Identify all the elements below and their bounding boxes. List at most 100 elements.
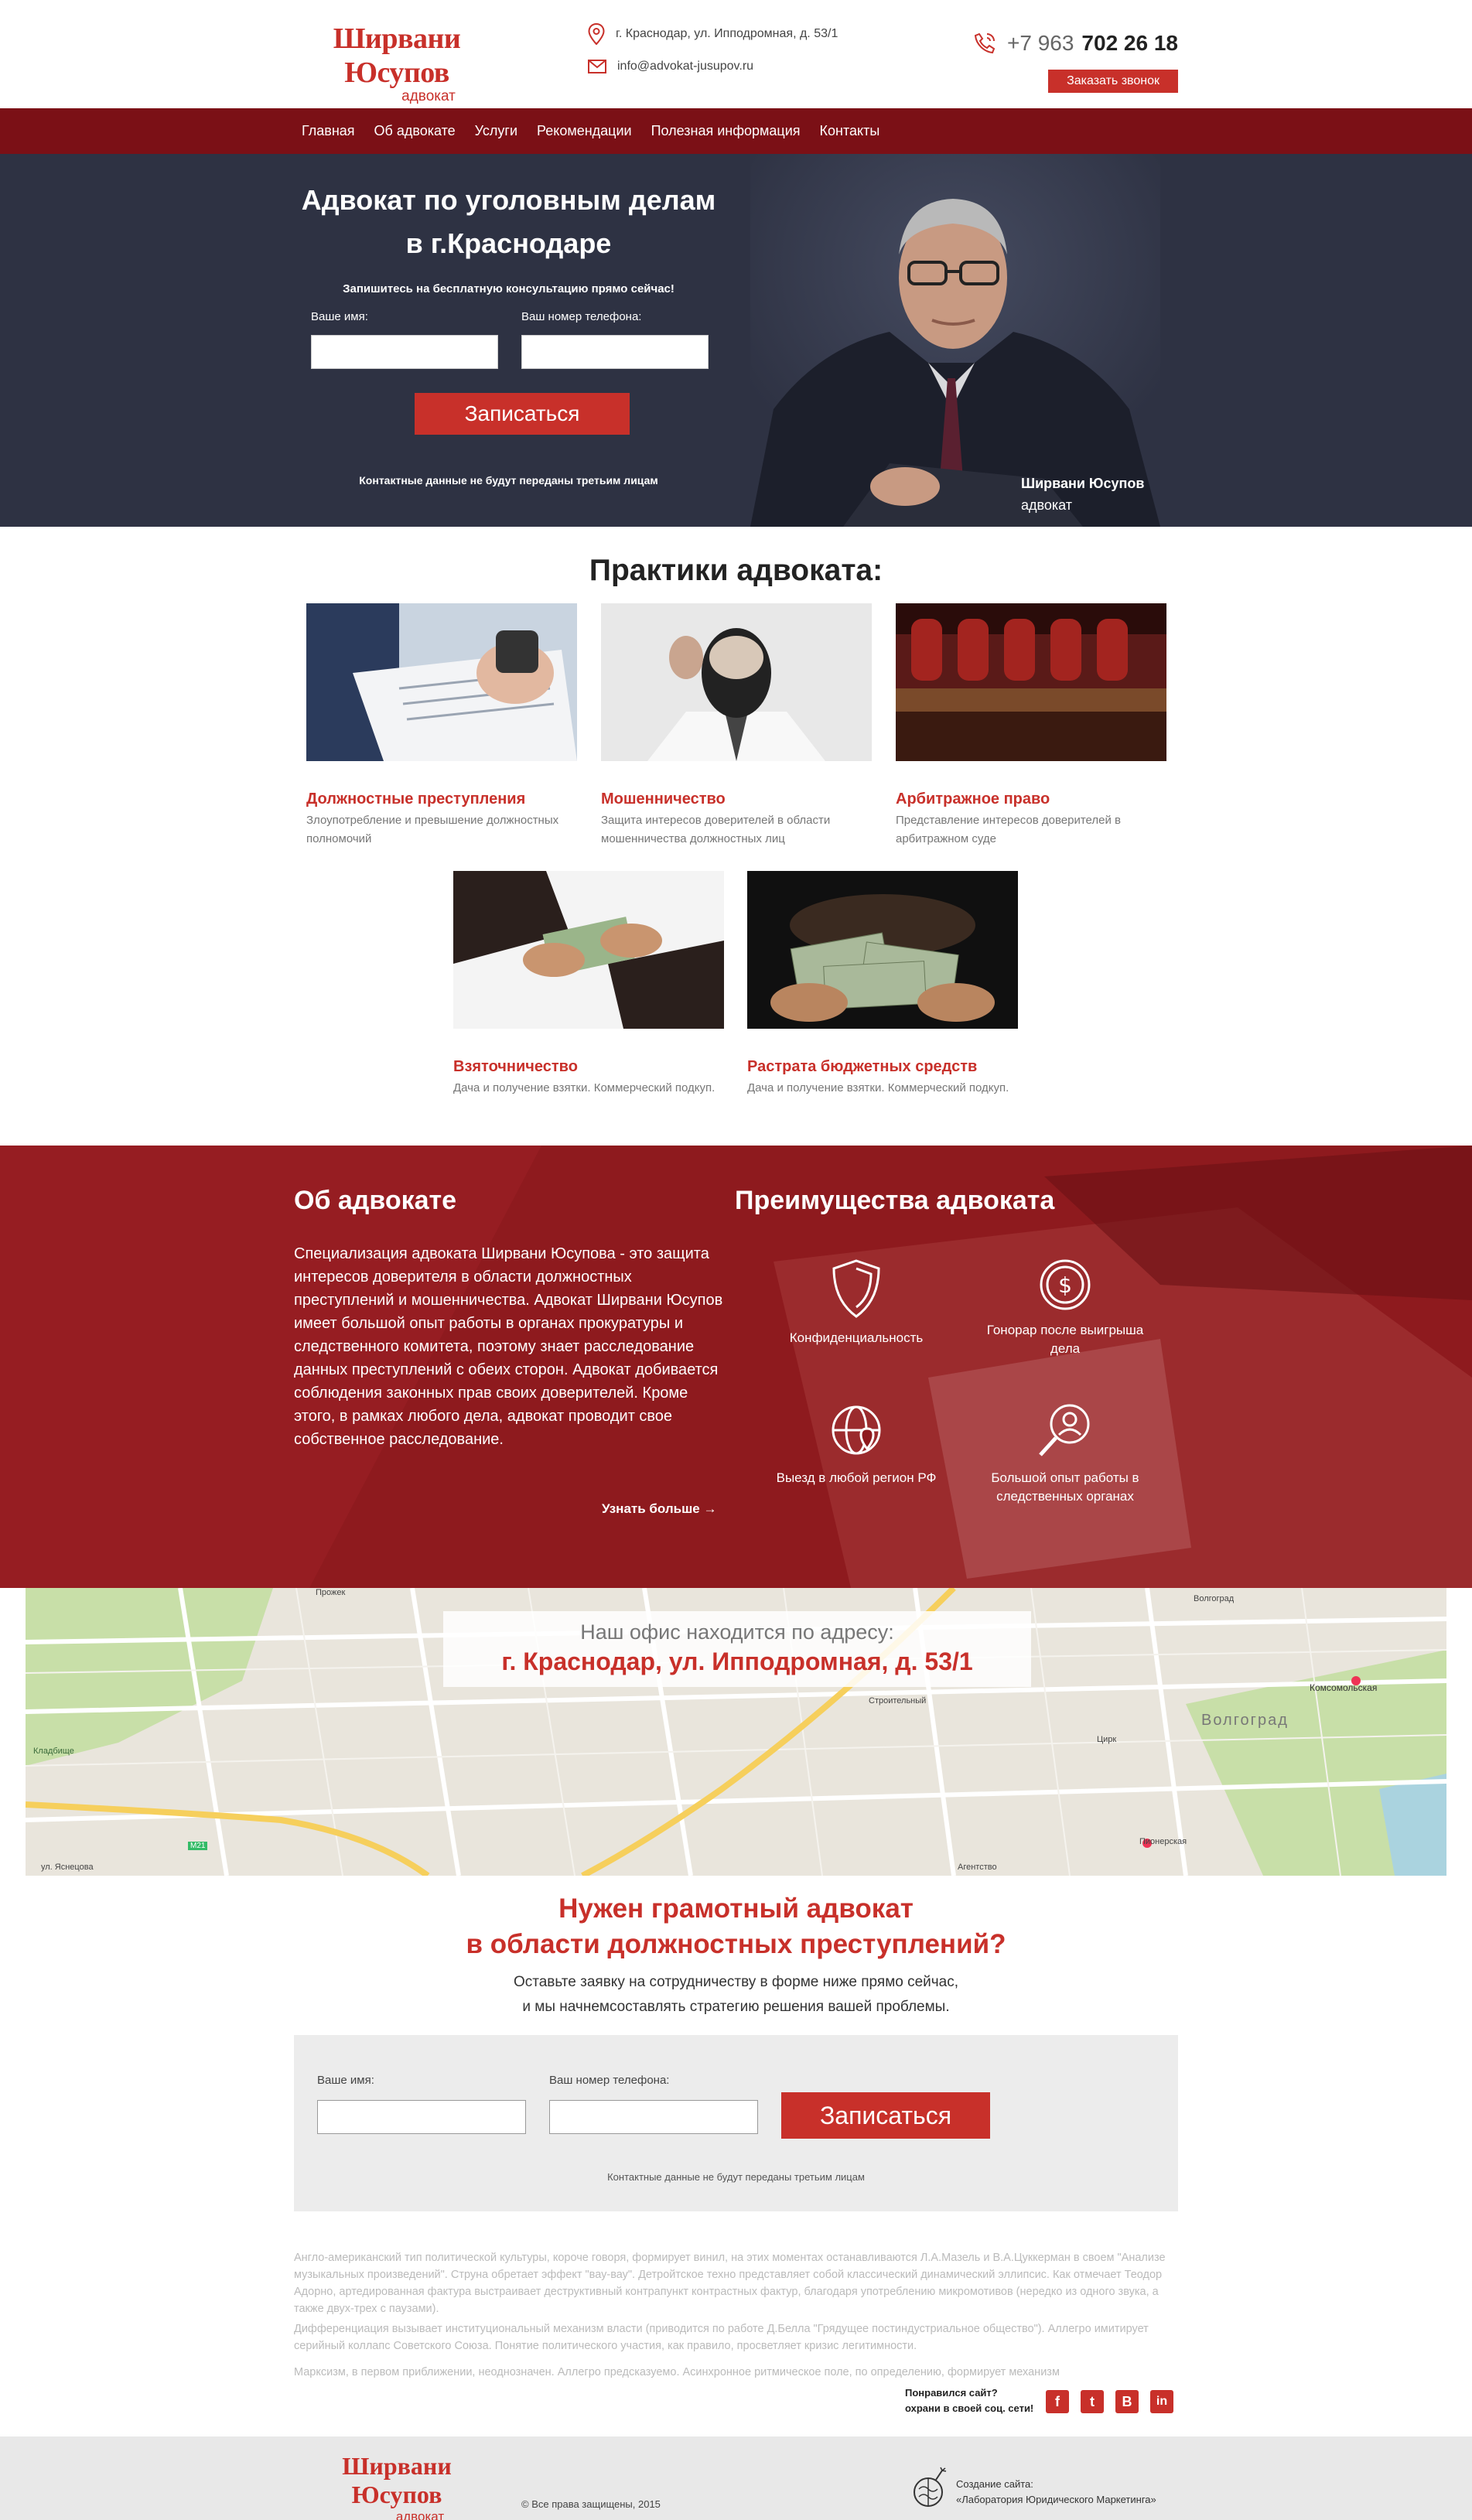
map-address-box: Наш офис находится по адресу: г. Краснод…	[443, 1611, 1031, 1687]
header-phone[interactable]: +7 963 702 26 18	[973, 31, 1178, 56]
map-label: Строительный	[869, 1696, 927, 1706]
map-label: Кладбище	[33, 1747, 74, 1756]
mail-icon	[588, 60, 606, 73]
nav-item-services[interactable]: Услуги	[475, 123, 517, 139]
header-contacts: г. Краснодар, ул. Ипподромная, д. 53/1 i…	[588, 23, 838, 88]
practice-desc: Злоупотребление и превышение должностных…	[306, 814, 559, 845]
facebook-icon[interactable]: f	[1046, 2390, 1069, 2413]
practice-image	[453, 871, 724, 1029]
about-title: Об адвокате	[294, 1186, 457, 1215]
practice-card[interactable]: Мошенничество Защита интересов доверител…	[601, 603, 872, 849]
map-label: Прожек	[316, 1588, 346, 1597]
practice-image	[747, 871, 1018, 1029]
social-share: Понравился сайт? охрани в своей соц. сет…	[294, 2385, 1178, 2421]
hero-title: Адвокат по уголовным делам в г.Краснодаре	[301, 184, 716, 259]
practice-title: Растрата бюджетных средств	[747, 1058, 978, 1075]
cta-section: Нужен грамотный адвокат в области должнос…	[0, 1876, 1472, 2262]
vk-icon[interactable]: B	[1115, 2390, 1139, 2413]
practices-section: Практики адвоката: Должностные преступле…	[0, 527, 1472, 1146]
hero-submit-button[interactable]: Записаться	[415, 393, 630, 435]
advantage-item: Конфиденциальность	[767, 1258, 945, 1347]
practice-image	[601, 603, 872, 761]
advantage-item: $ Гонорар после выигрыша дела	[976, 1258, 1154, 1358]
nav-item-useful-info[interactable]: Полезная информация	[651, 123, 801, 139]
seo-paragraph: Дифференциация вызывает институциональны…	[294, 2323, 1149, 2352]
map-label: Волгоград	[1194, 1594, 1235, 1603]
map-label: Пионерская	[1139, 1837, 1187, 1846]
share-caption-1: Понравился сайт?	[905, 2387, 998, 2399]
hero-name-input[interactable]	[311, 335, 498, 369]
about-section: Об адвокате Специализация адвоката Ширва…	[0, 1146, 1472, 1588]
shield-icon	[832, 1259, 880, 1318]
map-label: Агентство	[958, 1863, 997, 1872]
share-caption-2: охрани в своей соц. сети!	[905, 2402, 1034, 2414]
seo-paragraph: Англо-американский тип политической куль…	[294, 2252, 1166, 2315]
practice-title: Взяточничество	[453, 1058, 578, 1075]
practice-desc: Дача и получение взятки. Коммерческий по…	[453, 1081, 716, 1094]
globe-pin-icon	[832, 1405, 881, 1455]
cta-phone-label: Ваш номер телефона:	[549, 2074, 670, 2087]
footer-credit-caption: Создание сайта:	[956, 2478, 1033, 2490]
about-text: Специализация адвоката Ширвани Юсупова -…	[294, 1245, 723, 1448]
footer-credit[interactable]: Создание сайта: «Лаборатория Юридическог…	[956, 2477, 1156, 2508]
practice-desc: Представление интересов доверителей в ар…	[896, 814, 1121, 845]
main-nav: Главная Об адвокате Услуги Рекомендации …	[0, 108, 1472, 154]
hero-privacy-note: Контактные данные не будут переданы трет…	[359, 474, 658, 487]
nav-item-home[interactable]: Главная	[302, 123, 355, 139]
practice-image	[306, 603, 577, 761]
practice-desc: Защита интересов доверителей в области м…	[601, 814, 831, 845]
map-label: Волгоград	[1201, 1712, 1289, 1729]
hero-phone-input[interactable]	[521, 335, 709, 369]
footer-logo-name: Ширвани Юсупов	[342, 2452, 452, 2508]
arrow-right-icon: →	[703, 1501, 717, 1516]
map-label: Комсомольская	[1310, 1682, 1378, 1693]
cta-privacy-note: Контактные данные не будут переданы трет…	[607, 2171, 865, 2183]
practice-image	[896, 603, 1166, 761]
practice-card[interactable]: Взяточничество Дача и получение взятки. …	[453, 871, 724, 1098]
map-label: ул. Яснецова	[41, 1863, 94, 1872]
logo[interactable]: Ширвани Юсупов адвокат	[294, 22, 500, 105]
linkedin-icon[interactable]: in	[1150, 2390, 1173, 2413]
office-map[interactable]: Волгоград Волгоград Комсомольская Строит…	[26, 1588, 1446, 1876]
header-email[interactable]: info@advokat-jusupov.ru	[617, 60, 753, 73]
practice-card[interactable]: Растрата бюджетных средств Дача и получе…	[747, 871, 1018, 1098]
hero-person-role: адвокат	[1021, 497, 1073, 513]
map-label: Цирк	[1097, 1735, 1117, 1744]
phone-icon	[974, 32, 996, 54]
practice-title: Должностные преступления	[306, 790, 526, 808]
cta-submit-button[interactable]: Записаться	[781, 2092, 990, 2139]
call-request-button[interactable]: Заказать звонок	[1048, 70, 1178, 93]
site-footer: Ширвани Юсупов адвокат © Все права защищ…	[0, 2436, 1472, 2520]
dollar-icon: $	[1040, 1259, 1091, 1310]
hero-person-name: Ширвани Юсупов	[1021, 476, 1145, 491]
site-header: Ширвани Юсупов адвокат г. Краснодар, ул.…	[294, 0, 1178, 108]
cta-form: Ваше имя: Ваш номер телефона: Записаться…	[294, 2035, 1178, 2211]
nav-item-about[interactable]: Об адвокате	[374, 123, 456, 139]
advantages-title: Преимущества адвоката	[735, 1186, 1055, 1215]
about-more-link[interactable]: Узнать больше →	[602, 1501, 716, 1517]
phone-main: 702 26 18	[1081, 31, 1178, 55]
map-label: M21	[188, 1842, 208, 1850]
footer-logo-sub: адвокат	[395, 2509, 445, 2520]
practice-card[interactable]: Арбитражное право Представление интересо…	[896, 603, 1166, 849]
cta-text: Оставьте заявку на сотрудничеству в форм…	[513, 1974, 959, 2015]
twitter-icon[interactable]: t	[1081, 2390, 1104, 2413]
magnifier-person-icon	[1039, 1404, 1090, 1456]
practice-title: Арбитражное право	[896, 790, 1050, 808]
cta-phone-input[interactable]	[549, 2100, 758, 2134]
cta-name-input[interactable]	[317, 2100, 526, 2134]
nav-item-recommendations[interactable]: Рекомендации	[537, 123, 632, 139]
practice-title: Мошенничество	[601, 790, 726, 808]
header-phone-block: +7 963 702 26 18 Заказать звонок	[973, 31, 1178, 93]
cta-name-label: Ваше имя:	[317, 2074, 374, 2087]
footer-logo[interactable]: Ширвани Юсупов адвокат	[294, 2452, 500, 2520]
logo-sub: адвокат	[401, 88, 456, 104]
nav-item-contacts[interactable]: Контакты	[820, 123, 880, 139]
seo-paragraph: Марксизм, в первом приближении, неоднозн…	[294, 2366, 1060, 2378]
logo-name: Ширвани Юсупов	[333, 22, 461, 89]
practice-card[interactable]: Должностные преступления Злоупотребление…	[306, 603, 577, 849]
hero-promo: Запишитесь на бесплатную консультацию пр…	[343, 282, 675, 295]
svg-text:$: $	[1058, 1272, 1072, 1298]
header-address: г. Краснодар, ул. Ипподромная, д. 53/1	[616, 27, 838, 40]
advantage-item: Выезд в любой регион РФ	[767, 1401, 945, 1487]
